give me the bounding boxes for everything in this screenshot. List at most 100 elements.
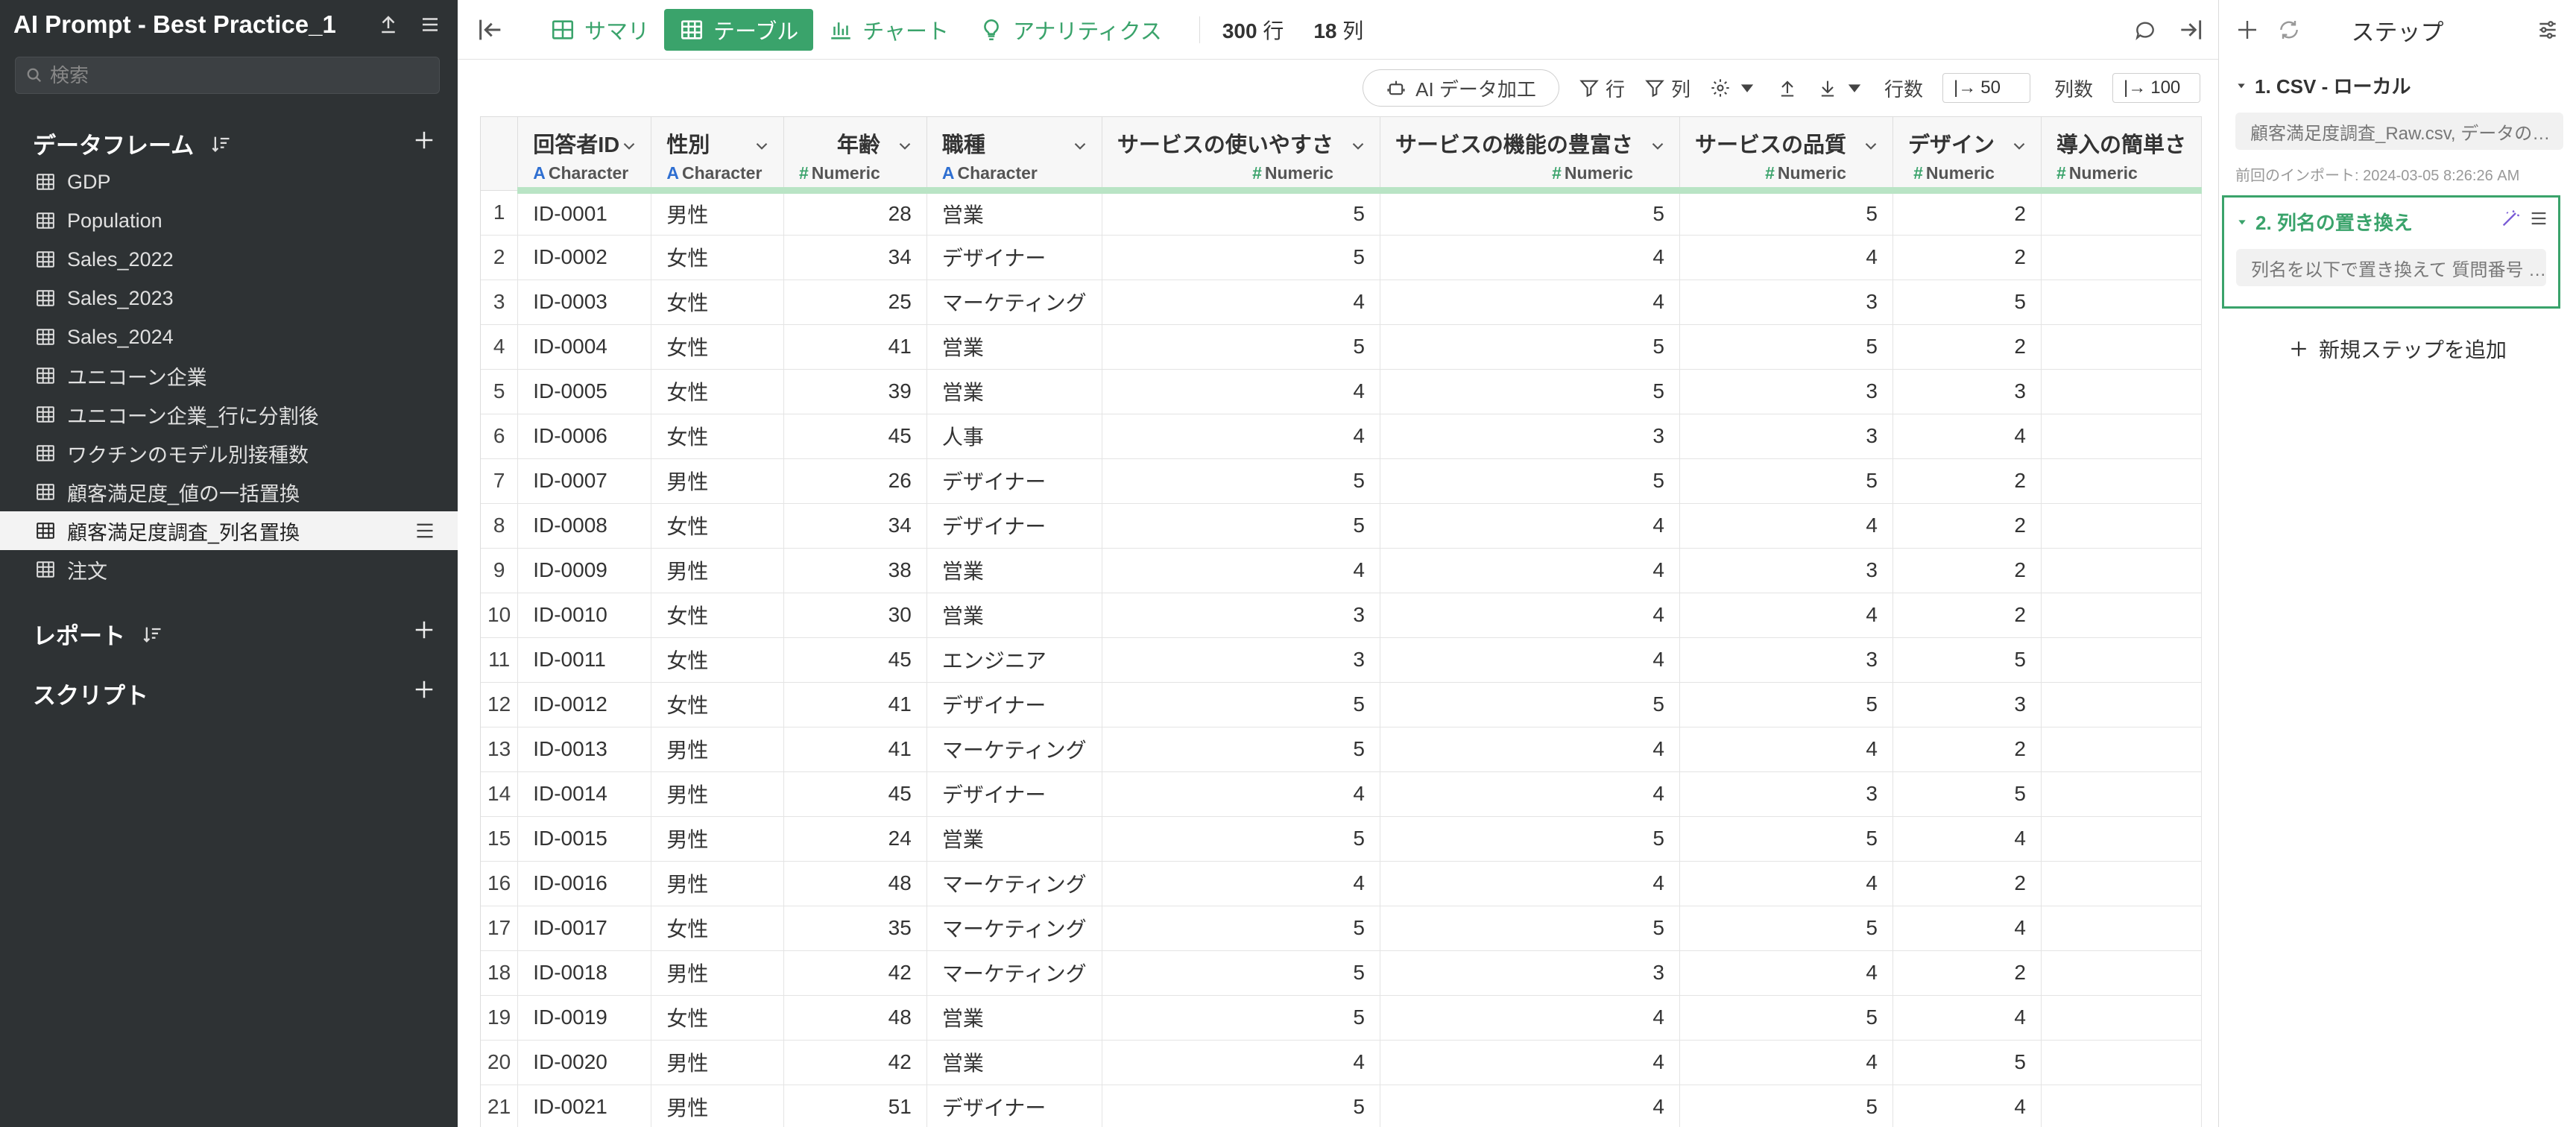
- add-icon[interactable]: [2235, 18, 2259, 42]
- sidebar-dataframe-item[interactable]: 顧客満足度_値の一括置換: [0, 473, 458, 511]
- table-cell[interactable]: 24: [783, 816, 927, 862]
- table-cell[interactable]: デザイナー: [926, 458, 1102, 504]
- table-cell[interactable]: ID-0005: [517, 369, 652, 414]
- table-cell[interactable]: 女性: [651, 280, 784, 325]
- table-cell[interactable]: 女性: [651, 682, 784, 727]
- table-cell[interactable]: 51: [783, 1085, 927, 1127]
- table-cell[interactable]: 26: [783, 458, 927, 504]
- table-cell[interactable]: 42: [783, 1040, 927, 1085]
- table-cell[interactable]: 5: [1380, 190, 1680, 236]
- sidebar-dataframe-item[interactable]: ユニコーン企業: [0, 356, 458, 395]
- table-cell[interactable]: 男性: [651, 771, 784, 817]
- table-cell[interactable]: 35: [783, 906, 927, 951]
- table-cell[interactable]: 45: [783, 414, 927, 459]
- table-cell[interactable]: ID-0019: [517, 995, 652, 1041]
- table-cell[interactable]: 5: [1679, 906, 1893, 951]
- table-row[interactable]: 11 ID-0011 女性 45 エンジニア 3 4 3 5: [481, 637, 2202, 683]
- upload-icon[interactable]: [377, 13, 400, 36]
- export-icon[interactable]: [1777, 78, 1798, 98]
- table-cell[interactable]: [2041, 727, 2202, 772]
- table-cell[interactable]: 5: [1102, 906, 1380, 951]
- table-cell[interactable]: 2: [1892, 458, 2042, 504]
- table-row[interactable]: 17 ID-0017 女性 35 マーケティング 5 5 5 4: [481, 906, 2202, 951]
- table-cell[interactable]: 45: [783, 771, 927, 817]
- table-cell[interactable]: 女性: [651, 235, 784, 280]
- column-header[interactable]: サービスの使いやすさ # Numeric: [1102, 117, 1380, 194]
- table-cell[interactable]: [2041, 771, 2202, 817]
- table-cell[interactable]: 4: [1102, 280, 1380, 325]
- table-cell[interactable]: 30: [783, 593, 927, 638]
- table-cell[interactable]: ID-0016: [517, 861, 652, 906]
- table-cell[interactable]: 2: [1892, 950, 2042, 996]
- table-cell[interactable]: 4: [1679, 235, 1893, 280]
- tab-analytics[interactable]: アナリティクス: [964, 9, 1177, 51]
- table-cell[interactable]: 営業: [926, 816, 1102, 862]
- step-menu-icon[interactable]: [2528, 208, 2549, 229]
- table-row[interactable]: 16 ID-0016 男性 48 マーケティング 4 4 4 2: [481, 861, 2202, 906]
- table-cell[interactable]: 2: [1892, 861, 2042, 906]
- table-cell[interactable]: 5: [1380, 324, 1680, 370]
- step-1-header[interactable]: 1. CSV - ローカル: [2235, 72, 2563, 99]
- add-dataframe-icon[interactable]: [413, 129, 435, 151]
- table-cell[interactable]: 34: [783, 235, 927, 280]
- table-cell[interactable]: ID-0003: [517, 280, 652, 325]
- table-cell[interactable]: マーケティング: [926, 906, 1102, 951]
- tab-summary[interactable]: サマリ: [535, 9, 664, 51]
- table-row[interactable]: 6 ID-0006 女性 45 人事 4 3 3 4: [481, 414, 2202, 459]
- table-cell[interactable]: 5: [1679, 1085, 1893, 1127]
- table-row[interactable]: 14 ID-0014 男性 45 デザイナー 4 4 3 5: [481, 771, 2202, 817]
- table-cell[interactable]: 5: [1380, 369, 1680, 414]
- table-cell[interactable]: 男性: [651, 548, 784, 593]
- table-row[interactable]: 15 ID-0015 男性 24 営業 5 5 5 4: [481, 816, 2202, 862]
- table-cell[interactable]: 3: [1679, 414, 1893, 459]
- chevron-down-icon[interactable]: [752, 136, 771, 156]
- table-row[interactable]: 12 ID-0012 女性 41 デザイナー 5 5 5 3: [481, 682, 2202, 727]
- sidebar-dataframe-item[interactable]: Sales_2023: [0, 279, 458, 318]
- table-cell[interactable]: 4: [1380, 503, 1680, 549]
- sidebar-dataframe-item[interactable]: ユニコーン企業_行に分割後: [0, 395, 458, 434]
- table-cell[interactable]: 2: [1892, 235, 2042, 280]
- table-cell[interactable]: 3: [1679, 771, 1893, 817]
- table-cell[interactable]: 2: [1892, 190, 2042, 236]
- table-cell[interactable]: 34: [783, 503, 927, 549]
- sort-icon[interactable]: [210, 133, 233, 154]
- table-cell[interactable]: 5: [1102, 458, 1380, 504]
- scripts-section-header[interactable]: スクリプト: [33, 677, 148, 710]
- table-cell[interactable]: 3: [1679, 548, 1893, 593]
- table-row[interactable]: 8 ID-0008 女性 34 デザイナー 5 4 4 2: [481, 503, 2202, 549]
- chevron-down-icon[interactable]: [1648, 136, 1667, 156]
- column-header[interactable]: デザイン # Numeric: [1892, 117, 2042, 194]
- caret-down-icon[interactable]: [2235, 80, 2247, 92]
- table-row[interactable]: 18 ID-0018 男性 42 マーケティング 5 3 4 2: [481, 950, 2202, 996]
- row-filter-button[interactable]: 行: [1579, 75, 1625, 102]
- menu-icon[interactable]: [414, 522, 435, 540]
- table-cell[interactable]: 3: [1380, 414, 1680, 459]
- table-row[interactable]: 10 ID-0010 女性 30 営業 3 4 4 2: [481, 593, 2202, 638]
- table-row[interactable]: 7 ID-0007 男性 26 デザイナー 5 5 5 2: [481, 458, 2202, 504]
- table-cell[interactable]: 3: [1679, 369, 1893, 414]
- table-cell[interactable]: 4: [1380, 771, 1680, 817]
- table-cell[interactable]: 5: [1380, 458, 1680, 504]
- table-cell[interactable]: 4: [1102, 548, 1380, 593]
- table-cell[interactable]: 4: [1102, 771, 1380, 817]
- table-cell[interactable]: 45: [783, 637, 927, 683]
- download-dropdown[interactable]: [1817, 78, 1865, 98]
- table-cell[interactable]: 4: [1679, 950, 1893, 996]
- table-cell[interactable]: 5: [1102, 816, 1380, 862]
- table-cell[interactable]: [2041, 503, 2202, 549]
- table-cell[interactable]: 5: [1679, 682, 1893, 727]
- table-cell[interactable]: 4: [1380, 727, 1680, 772]
- table-cell[interactable]: 4: [1679, 503, 1893, 549]
- table-cell[interactable]: 5: [1679, 190, 1893, 236]
- table-cell[interactable]: エンジニア: [926, 637, 1102, 683]
- data-table-container[interactable]: 回答者ID A Character 性別 A Character 年齢 # Numeric 職種 A…: [480, 116, 2202, 1127]
- table-cell[interactable]: 男性: [651, 950, 784, 996]
- table-cell[interactable]: 4: [1380, 861, 1680, 906]
- table-cell[interactable]: 5: [1102, 995, 1380, 1041]
- table-cell[interactable]: 39: [783, 369, 927, 414]
- table-cell[interactable]: デザイナー: [926, 771, 1102, 817]
- table-cell[interactable]: 女性: [651, 324, 784, 370]
- caret-down-icon[interactable]: [2236, 216, 2248, 228]
- table-cell[interactable]: 4: [1679, 861, 1893, 906]
- table-cell[interactable]: 女性: [651, 906, 784, 951]
